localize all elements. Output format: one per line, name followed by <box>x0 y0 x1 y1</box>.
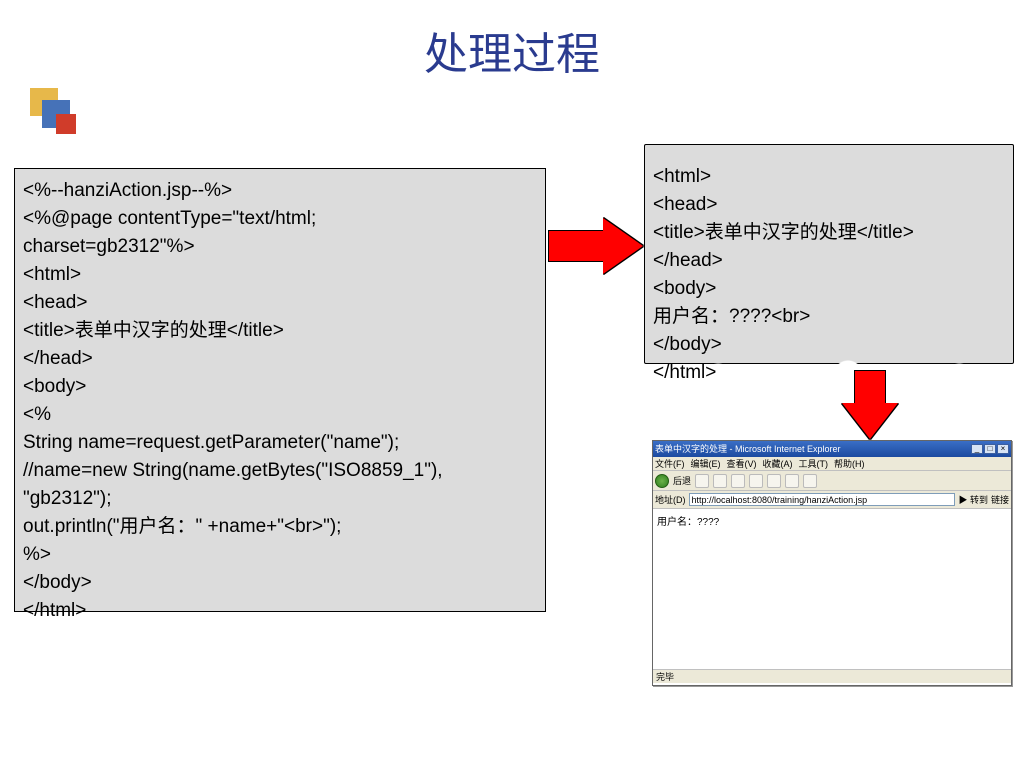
code-line: <body> <box>653 275 1005 303</box>
code-line: <html> <box>23 261 537 289</box>
search-icon[interactable] <box>767 474 781 488</box>
stop-icon[interactable] <box>713 474 727 488</box>
forward-icon[interactable] <box>695 474 709 488</box>
code-line: <head> <box>23 289 537 317</box>
back-icon[interactable] <box>655 474 669 488</box>
code-line: <html> <box>653 163 1005 191</box>
code-line: <%--hanziAction.jsp--%> <box>23 177 537 205</box>
code-line: </head> <box>653 247 1005 275</box>
menu-view[interactable]: 查看(V) <box>727 457 757 470</box>
home-icon[interactable] <box>749 474 763 488</box>
page-body-text: 用户名：???? <box>657 517 719 528</box>
favorites-icon[interactable] <box>785 474 799 488</box>
code-line: //name=new String(name.getBytes("ISO8859… <box>23 457 537 485</box>
menu-edit[interactable]: 编辑(E) <box>691 457 721 470</box>
ie-browser-window: 表单中汉字的处理 - Microsoft Internet Explorer _… <box>652 440 1012 686</box>
code-line: <body> <box>23 373 537 401</box>
menu-tools[interactable]: 工具(T) <box>799 457 829 470</box>
ie-titlebar: 表单中汉字的处理 - Microsoft Internet Explorer _… <box>653 441 1011 457</box>
jsp-source-code: <%--hanziAction.jsp--%> <%@page contentT… <box>14 168 546 612</box>
minimize-icon[interactable]: _ <box>971 444 983 454</box>
code-line: "gb2312"); <box>23 485 537 513</box>
bullet-icon <box>30 88 82 140</box>
code-line: </html> <box>653 359 1005 387</box>
links-label[interactable]: 链接 <box>991 493 1009 506</box>
code-line: </html> <box>23 597 537 625</box>
url-field[interactable]: http://localhost:8080/training/hanziActi… <box>689 493 956 506</box>
slide-title: 处理过程 <box>0 18 1024 82</box>
code-line: <%@page contentType="text/html; <box>23 205 537 233</box>
go-label: 转到 <box>970 495 988 505</box>
go-button[interactable]: ▶ 转到 <box>958 493 988 506</box>
code-line: <head> <box>653 191 1005 219</box>
ie-window-title: 表单中汉字的处理 - Microsoft Internet Explorer <box>655 441 841 457</box>
ie-menubar: 文件(F) 编辑(E) 查看(V) 收藏(A) 工具(T) 帮助(H) <box>653 457 1011 471</box>
menu-favorites[interactable]: 收藏(A) <box>763 457 793 470</box>
code-line: charset=gb2312"%> <box>23 233 537 261</box>
code-line: String name=request.getParameter("name")… <box>23 429 537 457</box>
code-line: %> <box>23 541 537 569</box>
menu-file[interactable]: 文件(F) <box>655 457 685 470</box>
address-label: 地址(D) <box>655 493 686 506</box>
ie-status-bar: 完毕 <box>653 669 1011 683</box>
code-line: </body> <box>23 569 537 597</box>
code-line: <title>表单中汉字的处理</title> <box>23 317 537 345</box>
refresh-icon[interactable] <box>731 474 745 488</box>
code-line: out.println("用户名：" +name+"<br>"); <box>23 513 537 541</box>
close-icon[interactable]: × <box>997 444 1009 454</box>
arrow-right-icon <box>548 218 644 274</box>
html-output-code: <html> <head> <title>表单中汉字的处理</title> </… <box>644 144 1014 364</box>
code-line: 用户名：????<br> <box>653 303 1005 331</box>
status-text: 完毕 <box>656 672 674 682</box>
maximize-icon[interactable]: □ <box>984 444 996 454</box>
code-line: </body> <box>653 331 1005 359</box>
arrow-down-icon <box>842 370 898 440</box>
code-line: </head> <box>23 345 537 373</box>
back-label: 后退 <box>673 474 691 487</box>
ie-toolbar: 后退 <box>653 471 1011 491</box>
ie-address-bar: 地址(D) http://localhost:8080/training/han… <box>653 491 1011 509</box>
history-icon[interactable] <box>803 474 817 488</box>
ie-page-content: 用户名：???? <box>653 509 1011 669</box>
menu-help[interactable]: 帮助(H) <box>834 457 865 470</box>
code-line: <% <box>23 401 537 429</box>
code-line: <title>表单中汉字的处理</title> <box>653 219 1005 247</box>
